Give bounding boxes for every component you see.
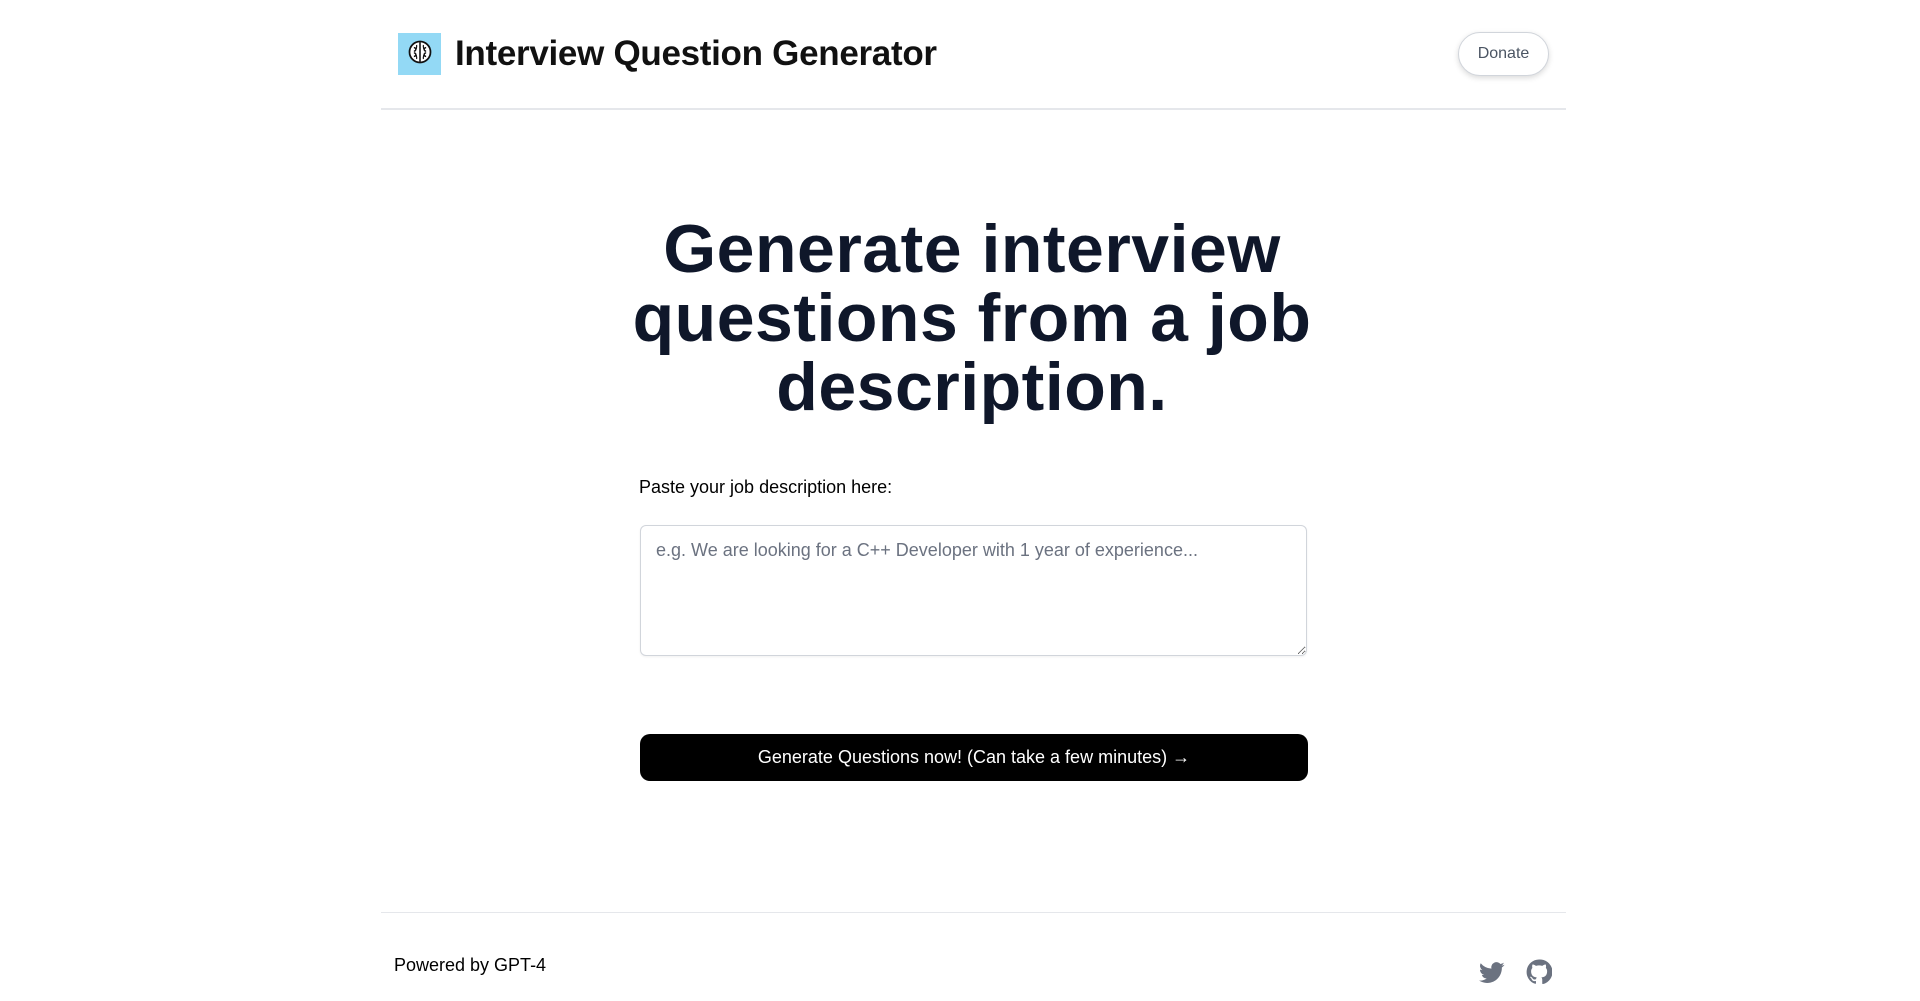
page: Interview Question Generator Donate Gene… bbox=[0, 0, 1920, 1001]
footer: Powered by GPT-4 bbox=[381, 912, 1566, 1001]
github-icon[interactable] bbox=[1526, 959, 1552, 985]
job-description-input[interactable] bbox=[640, 525, 1307, 656]
header: Interview Question Generator Donate bbox=[381, 0, 1566, 110]
twitter-icon[interactable] bbox=[1479, 959, 1505, 985]
powered-by-text: Powered by GPT-4 bbox=[394, 955, 547, 975]
logo[interactable] bbox=[398, 33, 441, 75]
generate-questions-button[interactable]: Generate Questions now! (Can take a few … bbox=[640, 734, 1308, 781]
brain-icon bbox=[406, 38, 434, 71]
app-title: Interview Question Generator bbox=[455, 34, 937, 73]
donate-button[interactable]: Donate bbox=[1458, 32, 1549, 76]
job-description-label: Paste your job description here: bbox=[639, 477, 893, 497]
page-headline: Generate interview questions from a job … bbox=[632, 211, 1312, 425]
